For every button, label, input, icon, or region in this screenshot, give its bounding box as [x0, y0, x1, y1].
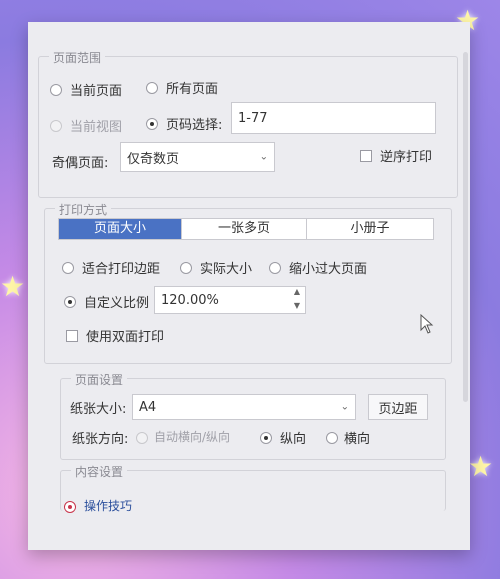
paper-size-select[interactable]: A4 ⌄	[132, 394, 356, 420]
page-setup-title: 页面设置	[71, 371, 128, 388]
tab-multi-page[interactable]: 一张多页	[181, 219, 306, 239]
spin-up-icon[interactable]: ▲	[290, 287, 304, 296]
tips-icon	[64, 501, 76, 513]
label-orientation: 纸张方向:	[72, 432, 129, 447]
content-settings-title: 内容设置	[71, 463, 128, 480]
radio-landscape[interactable]	[326, 432, 338, 444]
print-mode-title: 打印方式	[55, 201, 112, 218]
paper-size-value: A4	[139, 399, 157, 415]
label-current-page: 当前页面	[70, 84, 123, 99]
label-reverse-print: 逆序打印	[380, 150, 433, 165]
label-current-view: 当前视图	[70, 120, 123, 135]
label-all-pages: 所有页面	[166, 82, 219, 97]
margins-button[interactable]: 页边距	[368, 394, 428, 420]
label-portrait: 纵向	[280, 432, 307, 447]
decor-star-icon: ★	[468, 450, 494, 483]
radio-custom-scale[interactable]	[64, 296, 76, 308]
label-shrink-large: 缩小过大页面	[289, 262, 368, 277]
radio-portrait[interactable]	[260, 432, 272, 444]
reverse-print-checkbox[interactable]	[360, 150, 372, 162]
mouse-cursor-icon	[420, 313, 434, 338]
radio-all-pages[interactable]	[146, 82, 158, 94]
radio-shrink-large[interactable]	[269, 262, 281, 274]
label-fit-margins: 适合打印边距	[82, 262, 161, 277]
spin-down-icon[interactable]: ▼	[290, 301, 304, 310]
label-paper-size: 纸张大小:	[70, 402, 127, 417]
label-odd-even: 奇偶页面:	[52, 156, 109, 171]
radio-fit-margins[interactable]	[62, 262, 74, 274]
duplex-checkbox[interactable]	[66, 330, 78, 342]
page-select-input[interactable]: 1-77	[231, 102, 436, 134]
print-dialog-panel: 页面范围 当前页面 所有页面 当前视图 页码选择: 1-77 奇偶页面: 仅奇数…	[28, 22, 470, 550]
radio-page-select[interactable]	[146, 118, 158, 130]
odd-even-value: 仅奇数页	[127, 151, 180, 167]
print-mode-tabs: 页面大小 一张多页 小册子	[58, 218, 434, 240]
tab-booklet[interactable]: 小册子	[306, 219, 433, 239]
custom-scale-value: 120.00%	[161, 292, 219, 308]
chevron-down-icon: ⌄	[259, 151, 268, 163]
chevron-down-icon: ⌄	[340, 401, 349, 413]
label-custom-scale: 自定义比例	[84, 296, 150, 311]
custom-scale-input[interactable]: 120.00%	[154, 286, 306, 314]
radio-current-view	[50, 120, 62, 132]
radio-current-page[interactable]	[50, 84, 62, 96]
label-auto-orientation: 自动横向/纵向	[154, 430, 231, 444]
label-actual-size: 实际大小	[200, 262, 253, 277]
radio-auto-orientation	[136, 432, 148, 444]
page-range-title: 页面范围	[49, 49, 106, 66]
label-page-select: 页码选择:	[166, 118, 223, 133]
label-landscape: 横向	[344, 432, 371, 447]
scrollbar[interactable]	[463, 52, 468, 402]
odd-even-select[interactable]: 仅奇数页 ⌄	[120, 142, 275, 172]
radio-actual-size[interactable]	[180, 262, 192, 274]
decor-star-icon: ★	[0, 270, 26, 303]
tab-page-size[interactable]: 页面大小	[59, 219, 181, 239]
tips-link[interactable]: 操作技巧	[84, 497, 132, 514]
label-duplex: 使用双面打印	[86, 330, 165, 345]
